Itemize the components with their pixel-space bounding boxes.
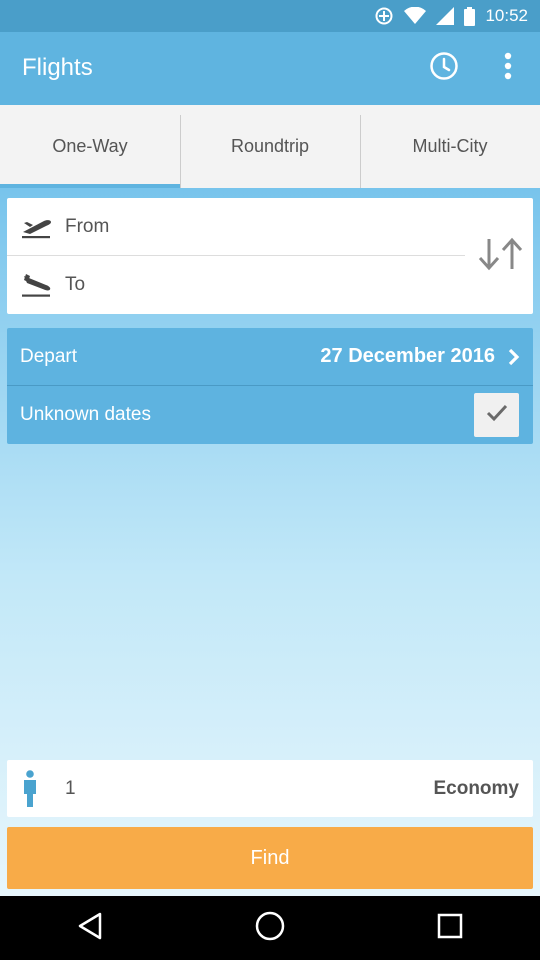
back-button[interactable] (40, 896, 140, 960)
trip-type-tabs: One-Way Roundtrip Multi-City (0, 105, 540, 188)
unknown-dates-label: Unknown dates (20, 404, 151, 425)
chevron-right-icon (507, 347, 521, 372)
check-icon (486, 404, 508, 427)
tab-label: One-Way (52, 136, 128, 156)
tab-multi-city[interactable]: Multi-City (360, 105, 540, 188)
swap-arrows-icon (476, 237, 526, 276)
nav-bar (0, 896, 540, 960)
date-card: Depart 27 December 2016 Unknown dates (7, 328, 533, 444)
to-field[interactable]: To (7, 256, 465, 314)
takeoff-icon (7, 215, 65, 239)
passenger-count: 1 (65, 777, 76, 799)
landing-icon (7, 272, 65, 298)
home-icon (254, 910, 286, 947)
recents-button[interactable] (400, 896, 500, 960)
status-bar: 10:52 (0, 0, 540, 32)
tab-roundtrip[interactable]: Roundtrip (180, 105, 360, 188)
home-button[interactable] (220, 896, 320, 960)
more-vert-icon (504, 52, 512, 85)
status-time: 10:52 (485, 6, 528, 25)
recents-icon (436, 912, 464, 945)
history-button[interactable] (412, 46, 476, 90)
tab-one-way[interactable]: One-Way (0, 105, 180, 188)
person-icon (7, 769, 53, 808)
swap-route-button[interactable] (469, 224, 533, 288)
depart-label: Depart (20, 345, 78, 367)
unknown-dates-checkbox[interactable] (474, 393, 519, 437)
passenger-selector[interactable]: 1 Economy (7, 760, 533, 817)
tab-label: Roundtrip (230, 136, 310, 156)
find-button[interactable]: Find (7, 827, 533, 889)
status-icons: 10:52 (374, 6, 528, 26)
route-card: From To (7, 198, 533, 314)
unknown-dates-row: Unknown dates (7, 386, 533, 444)
from-label: From (65, 215, 110, 237)
from-field[interactable]: From (7, 198, 465, 256)
depart-date-value: 27 December 2016 (320, 345, 495, 367)
app-actions (412, 46, 540, 90)
page-title: Flights (22, 54, 93, 81)
wifi-icon (404, 7, 427, 25)
battery-icon (464, 6, 476, 26)
to-label: To (65, 274, 86, 295)
data-saver-icon (374, 6, 394, 26)
cabin-class: Economy (433, 777, 519, 799)
search-form: From To Depart 27 December 2016 Unknown … (0, 188, 540, 896)
app-bar: Flights (0, 32, 540, 105)
more-options-button[interactable] (476, 46, 540, 90)
depart-date-row[interactable]: Depart 27 December 2016 (7, 328, 533, 386)
history-clock-icon (429, 51, 459, 86)
signal-icon (436, 7, 455, 25)
back-icon (76, 911, 104, 946)
tab-label: Multi-City (412, 136, 488, 156)
